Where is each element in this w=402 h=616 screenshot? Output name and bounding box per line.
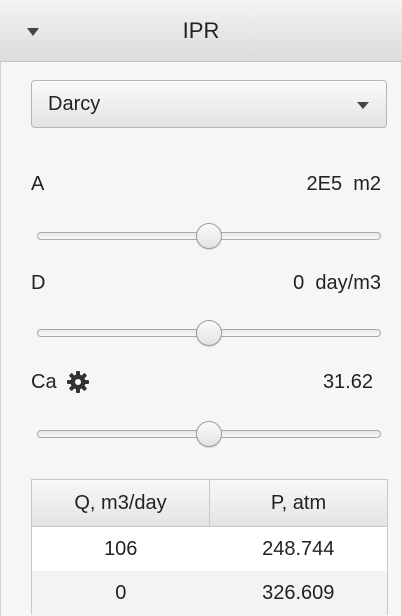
- table-header: Q, m3/day P, atm: [32, 479, 387, 527]
- gear-icon[interactable]: [66, 370, 90, 394]
- model-select-value: Darcy: [48, 93, 101, 115]
- param-d-slider-thumb[interactable]: [196, 320, 222, 346]
- param-a-slider-thumb[interactable]: [196, 223, 222, 249]
- table-row[interactable]: 106 248.744: [32, 527, 387, 571]
- chevron-down-icon: [357, 102, 369, 109]
- table-cell-p: 248.744: [262, 537, 335, 560]
- param-ca-label: Ca: [31, 371, 57, 393]
- pane-header[interactable]: IPR: [0, 0, 402, 62]
- param-d-value: 0 day/m3: [293, 272, 381, 294]
- param-a-label: A: [31, 173, 45, 195]
- ipr-panel: IPR Darcy A 2E5 m2 D 0 day/m3 Ca 31.62 Q…: [0, 0, 402, 616]
- param-a-value: 2E5 m2: [306, 173, 381, 195]
- column-header-q[interactable]: Q, m3/day: [32, 480, 209, 526]
- param-d-label: D: [31, 272, 46, 294]
- param-ca-value: 31.62: [322, 371, 373, 393]
- table-cell-p: 326.609: [262, 581, 335, 604]
- ipr-table: Q, m3/day P, atm 106 248.744 0 326.609: [31, 479, 388, 615]
- table-row[interactable]: 0 326.609: [32, 571, 387, 615]
- pane-title: IPR: [182, 18, 220, 43]
- table-cell-q: 106: [104, 537, 138, 560]
- column-header-p[interactable]: P, atm: [209, 480, 387, 526]
- model-select[interactable]: Darcy: [31, 80, 387, 128]
- table-cell-q: 0: [115, 581, 127, 604]
- param-ca-slider-thumb[interactable]: [196, 421, 222, 447]
